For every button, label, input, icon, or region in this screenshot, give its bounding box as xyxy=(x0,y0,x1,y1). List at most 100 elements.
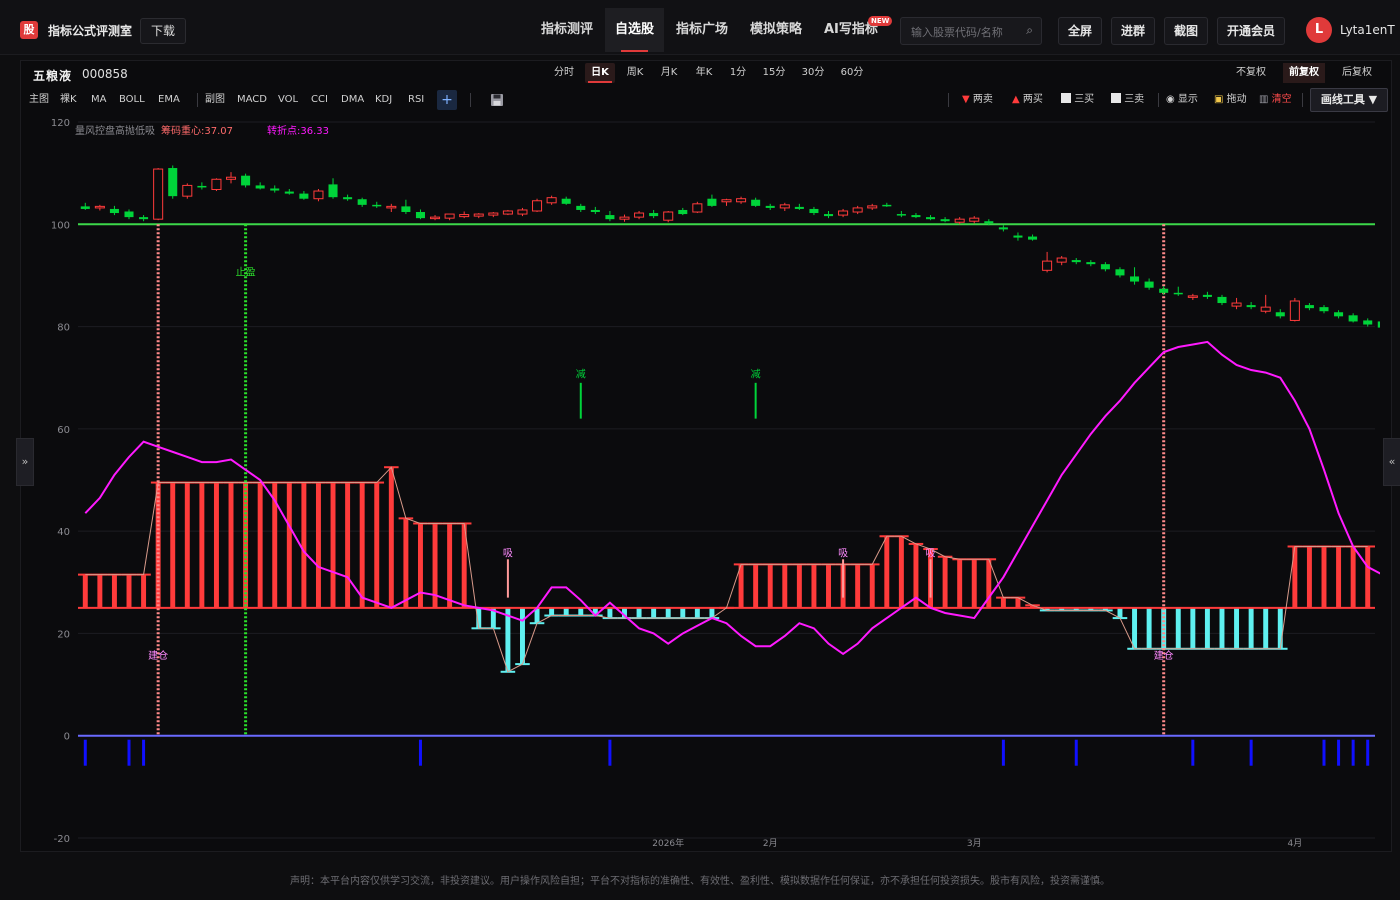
period-daily[interactable]: 日K xyxy=(585,63,615,83)
period-yearly[interactable]: 年K xyxy=(690,63,718,83)
zone-bar xyxy=(301,482,307,608)
period-weekly[interactable]: 周K xyxy=(621,63,649,83)
tool-clear[interactable]: ▥ 清空 xyxy=(1259,92,1292,108)
indicator-vol[interactable]: VOL xyxy=(278,92,298,108)
divider xyxy=(197,93,198,107)
tool-three-sell[interactable]: 三卖 xyxy=(1111,92,1144,108)
candle-body xyxy=(576,205,586,210)
zone-bar xyxy=(1336,546,1342,608)
indicator-boll[interactable]: BOLL xyxy=(119,92,145,108)
tool-show[interactable]: ◉ 显示 xyxy=(1166,92,1198,108)
tool-label: 三买 xyxy=(1074,94,1095,105)
download-button[interactable]: 下载 xyxy=(140,18,186,44)
kline-chart[interactable]: 120 100 80 60 40 20 0 -20 2026年 2月 3月 4月 量风控盘高抛低吸 筹码重… xyxy=(20,112,1380,848)
candle-body xyxy=(1144,281,1154,288)
candle-body xyxy=(109,208,119,214)
indicator-cci[interactable]: CCI xyxy=(311,92,328,108)
search-icon[interactable]: ⌕ xyxy=(1026,23,1033,38)
screenshot-button[interactable]: 截图 xyxy=(1164,17,1208,45)
avatar[interactable]: L xyxy=(1306,17,1332,43)
y-tick-label: 40 xyxy=(57,527,70,538)
stock-search-box[interactable]: ⌕ xyxy=(900,17,1042,46)
join-group-button[interactable]: 进群 xyxy=(1111,17,1155,45)
nav-ai-write-indicator[interactable]: AI写指标 xyxy=(824,8,878,52)
y-tick-label: 120 xyxy=(51,118,70,129)
expand-right-panel-button[interactable]: « xyxy=(1383,438,1400,486)
tool-three-buy[interactable]: 三买 xyxy=(1061,92,1094,108)
candle-body xyxy=(1275,312,1285,317)
stock-search-input[interactable] xyxy=(901,18,1023,46)
period-60min[interactable]: 60分 xyxy=(836,63,868,83)
rights-backward[interactable]: 后复权 xyxy=(1336,63,1378,83)
nav-indicator-review[interactable]: 指标测评 xyxy=(541,8,593,52)
x-tick-label: 2026年 xyxy=(652,837,684,848)
sub-chart-label[interactable]: 副图 xyxy=(205,92,225,108)
indicator-dma[interactable]: DMA xyxy=(341,92,364,108)
zone-bar xyxy=(607,607,613,619)
candle-body xyxy=(984,221,994,224)
candle-body xyxy=(809,208,819,214)
candle-body xyxy=(197,185,207,188)
candle-body xyxy=(619,216,630,220)
rights-none[interactable]: 不复权 xyxy=(1230,63,1272,83)
save-icon[interactable] xyxy=(490,93,504,107)
reduce-signal-label: 减 xyxy=(751,369,761,381)
rights-forward[interactable]: 前复权 xyxy=(1283,63,1325,83)
zone-bar xyxy=(680,607,686,619)
indicator-legend-label: 量风控盘高抛低吸 xyxy=(75,124,155,137)
candle-body xyxy=(1115,269,1125,276)
zone-bar xyxy=(170,482,176,608)
candle-body xyxy=(1071,260,1081,263)
fullscreen-button[interactable]: 全屏 xyxy=(1058,17,1102,45)
indicator-ema[interactable]: EMA xyxy=(158,92,180,108)
indicator-macd[interactable]: MACD xyxy=(237,92,267,108)
candle-body xyxy=(124,211,134,218)
candle-body xyxy=(1289,300,1300,321)
candle-body xyxy=(707,198,717,206)
line-chart-icon xyxy=(1111,93,1121,103)
period-intraday[interactable]: 分时 xyxy=(550,63,578,83)
candle-body xyxy=(1013,235,1023,238)
candle-body xyxy=(270,188,280,191)
tool-two-sell[interactable]: ▼ 两卖 xyxy=(962,92,993,108)
period-monthly[interactable]: 月K xyxy=(655,63,683,83)
blue-signal-tick xyxy=(127,739,131,766)
blue-signal-tick xyxy=(1074,739,1078,766)
tool-two-buy[interactable]: ▲ 两买 xyxy=(1012,92,1043,108)
indicator-legend-label: 转折点:36.33 xyxy=(267,124,329,137)
tool-label: 两卖 xyxy=(972,94,993,105)
zone-bar xyxy=(753,564,759,608)
candle-body xyxy=(926,217,936,220)
period-30min[interactable]: 30分 xyxy=(797,63,829,83)
membership-button[interactable]: 开通会员 xyxy=(1217,17,1285,45)
indicator-ma[interactable]: MA xyxy=(91,92,106,108)
candle-body xyxy=(590,209,600,213)
candle-body xyxy=(867,205,878,209)
candle-body xyxy=(444,213,455,219)
indicator-kdj[interactable]: KDJ xyxy=(375,92,392,108)
nav-simulated-strategy[interactable]: 模拟策略 xyxy=(750,8,802,52)
candle-body xyxy=(153,168,164,220)
nav-indicator-square[interactable]: 指标广场 xyxy=(676,8,728,52)
candle-body xyxy=(940,219,950,222)
zone-bar xyxy=(286,482,292,608)
period-1min[interactable]: 1分 xyxy=(725,63,751,83)
user-name[interactable]: Lyta1enT xyxy=(1340,23,1395,37)
tool-drag[interactable]: ▣ 拖动 xyxy=(1214,92,1247,108)
tool-label: 两买 xyxy=(1022,94,1043,105)
zone-bar xyxy=(141,574,147,608)
period-15min[interactable]: 15分 xyxy=(759,63,789,83)
main-chart-label[interactable]: 主图 xyxy=(29,92,49,108)
indicator-rsi[interactable]: RSI xyxy=(408,92,424,108)
candle-body xyxy=(1304,305,1314,309)
candle-body xyxy=(794,206,804,209)
drawing-tools-dropdown[interactable]: 画线工具 ▼ xyxy=(1310,88,1388,112)
zone-bar xyxy=(563,607,569,616)
vertical-marker-label: 建仓 xyxy=(1154,649,1174,662)
zone-bar xyxy=(1365,546,1371,608)
blue-signal-tick xyxy=(1322,739,1326,766)
nav-watchlist[interactable]: 自选股 xyxy=(605,8,665,52)
add-indicator-button[interactable]: + xyxy=(437,90,457,110)
indicator-naked-k[interactable]: 裸K xyxy=(60,92,77,108)
tool-label: 清空 xyxy=(1271,94,1292,105)
